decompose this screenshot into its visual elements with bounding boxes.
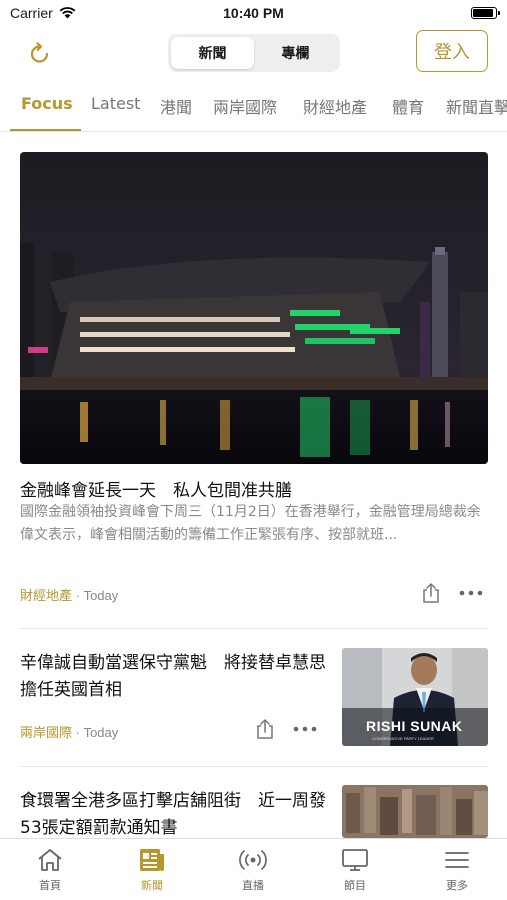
tab-latest[interactable]: Latest [91,94,140,113]
login-button[interactable]: 登入 [416,30,488,72]
segment-columns[interactable]: 專欄 [254,37,337,69]
divider [20,766,488,767]
article-meta: 兩岸國際 · Today [20,722,118,741]
more-dots-icon [459,590,483,596]
tab-sports[interactable]: 體育 [392,94,424,118]
battery-level [473,9,493,17]
nav-label: 新聞 [141,879,163,892]
segment-news[interactable]: 新聞 [171,37,254,69]
nav-label: 首頁 [39,879,61,892]
article-title[interactable]: 辛偉誠自動當選保守黨魁 將接替卓慧思擔任英國首相 [20,650,330,704]
home-icon [38,849,62,871]
more-options-button[interactable] [292,718,318,740]
thumbnail-caption: RISHI SUNAK [366,718,463,734]
battery-icon [471,7,500,19]
tv-icon [342,849,368,871]
nav-news[interactable]: 新聞 [112,847,192,893]
nav-live[interactable]: 直播 [213,847,293,893]
live-broadcast-icon [239,850,267,870]
divider [20,628,488,629]
nav-home[interactable]: 首頁 [10,847,90,893]
article-meta: 財經地產 · Today [20,585,118,604]
thumbnail-subcaption: CONSERVATIVE PARTY LEADER [372,736,434,741]
bottom-navigation: 首頁 新聞 直播 節目 更多 [0,838,507,900]
news-icon [140,849,164,871]
menu-icon [445,852,469,868]
tab-finance-property[interactable]: 財經地產 [303,94,367,118]
nav-label: 節目 [344,879,366,892]
share-button[interactable] [254,718,276,740]
more-options-button[interactable] [458,582,484,604]
category-tabs: Focus Latest 港聞 兩岸國際 財經地產 體育 新聞直擊 [0,84,507,132]
nav-label: 更多 [446,879,468,892]
tab-cross-strait-international[interactable]: 兩岸國際 [213,94,277,118]
tab-hong-kong[interactable]: 港聞 [160,94,192,118]
section-segmented-control: 新聞 專欄 [168,34,340,72]
top-bar: 新聞 專欄 登入 [0,28,507,78]
tab-news-live[interactable]: 新聞直擊 [446,94,507,118]
article-title[interactable]: 金融峰會延長一天 私人包間准共膳 [20,476,490,501]
article-thumbnail[interactable]: RISHI SUNAK CONSERVATIVE PARTY LEADER [342,648,488,746]
timestamp: · Today [75,588,119,603]
nav-label: 直播 [242,879,264,892]
more-dots-icon [293,726,317,732]
timestamp: · Today [75,725,119,740]
category-badge[interactable]: 財經地產 [20,589,72,604]
article-thumbnail[interactable] [342,785,488,838]
category-badge[interactable]: 兩岸國際 [20,726,72,741]
nav-more[interactable]: 更多 [417,847,497,893]
active-tab-indicator [10,129,81,131]
refresh-button[interactable] [22,36,58,72]
share-icon [423,582,439,603]
share-icon [257,718,273,739]
hero-article-image[interactable] [20,152,488,464]
tab-focus[interactable]: Focus [21,94,73,113]
clock: 10:40 PM [223,5,284,21]
article-title[interactable]: 食環署全港多區打擊店舖阻街 近一周發53張定額罰款通知書 [20,788,330,842]
article-summary: 國際金融領袖投資峰會下周三（11月2日）在香港舉行，金融管理局總裁余偉文表示，峰… [20,504,481,543]
refresh-icon [30,42,49,63]
status-bar: Carrier 10:40 PM [0,0,507,28]
share-button[interactable] [420,582,442,604]
nav-programs[interactable]: 節目 [315,847,395,893]
